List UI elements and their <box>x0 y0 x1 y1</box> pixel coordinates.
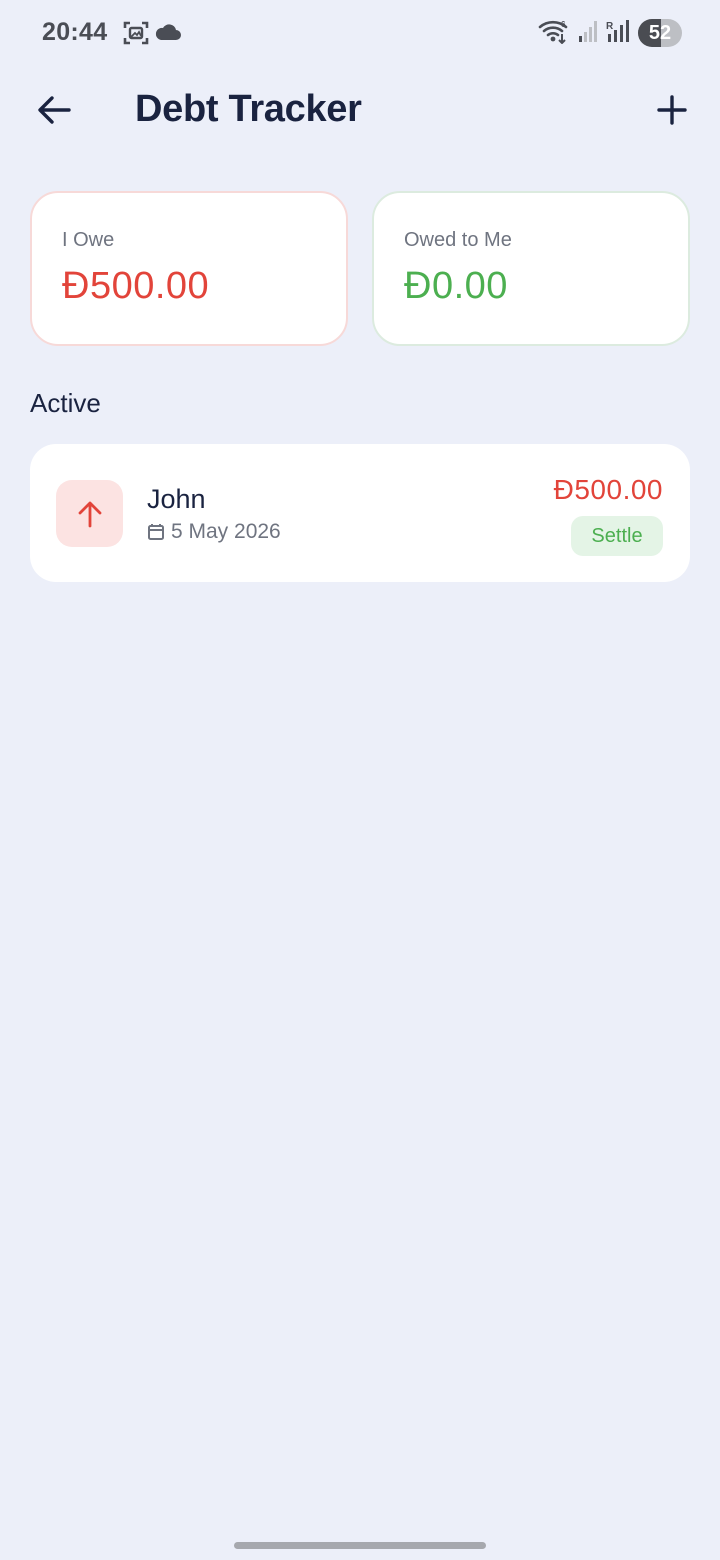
owed-to-me-label: Owed to Me <box>404 229 512 251</box>
home-indicator[interactable] <box>234 1542 486 1549</box>
owed-to-me-amount: Đ 0.00 <box>404 265 508 308</box>
svg-text:6: 6 <box>561 20 566 29</box>
section-title-active: Active <box>30 388 101 418</box>
debt-date-row: 5 May 2026 <box>147 520 281 544</box>
svg-text:R: R <box>606 21 614 32</box>
debt-list-item[interactable]: John 5 May 2026 Đ500.00 Settle <box>30 444 690 582</box>
settle-button[interactable]: Settle <box>571 516 663 556</box>
calendar-icon <box>148 524 164 540</box>
wifi-icon: 6 <box>538 18 570 49</box>
currency-symbol: Đ <box>62 265 90 307</box>
debt-person-name: John <box>147 484 206 514</box>
cloud-icon <box>155 22 181 47</box>
signal-icon <box>578 19 598 48</box>
currency-symbol: Đ <box>404 265 432 307</box>
arrow-up-icon <box>78 501 101 527</box>
status-time: 20:44 <box>42 18 108 46</box>
plus-icon <box>657 95 687 125</box>
i-owe-card[interactable]: I Owe Đ 500.00 <box>30 191 348 346</box>
battery-icon: 52 <box>638 19 682 47</box>
status-bar: 20:44 6 R 52 <box>0 0 720 68</box>
i-owe-value: 500.00 <box>89 265 210 307</box>
i-owe-label: I Owe <box>62 229 115 251</box>
back-button[interactable] <box>28 84 80 136</box>
page-title: Debt Tracker <box>135 88 362 130</box>
owed-to-me-card[interactable]: Owed to Me Đ 0.00 <box>372 191 690 346</box>
signal-roaming-icon: R <box>606 19 630 48</box>
debt-tracker-screen: 20:44 6 R 52 Debt Tracker I Owe Đ 500.00… <box>0 0 720 1560</box>
debt-date: 5 May 2026 <box>171 520 281 543</box>
screenshot-icon <box>123 20 149 51</box>
owed-to-me-value: 0.00 <box>431 265 508 307</box>
debt-amount: Đ500.00 <box>553 474 663 505</box>
add-debt-button[interactable] <box>646 84 698 136</box>
debt-direction-badge <box>56 480 123 547</box>
i-owe-amount: Đ 500.00 <box>62 265 209 308</box>
arrow-left-icon <box>38 96 71 124</box>
battery-level: 52 <box>648 21 672 44</box>
status-right-icons: 6 R 52 <box>538 17 682 49</box>
